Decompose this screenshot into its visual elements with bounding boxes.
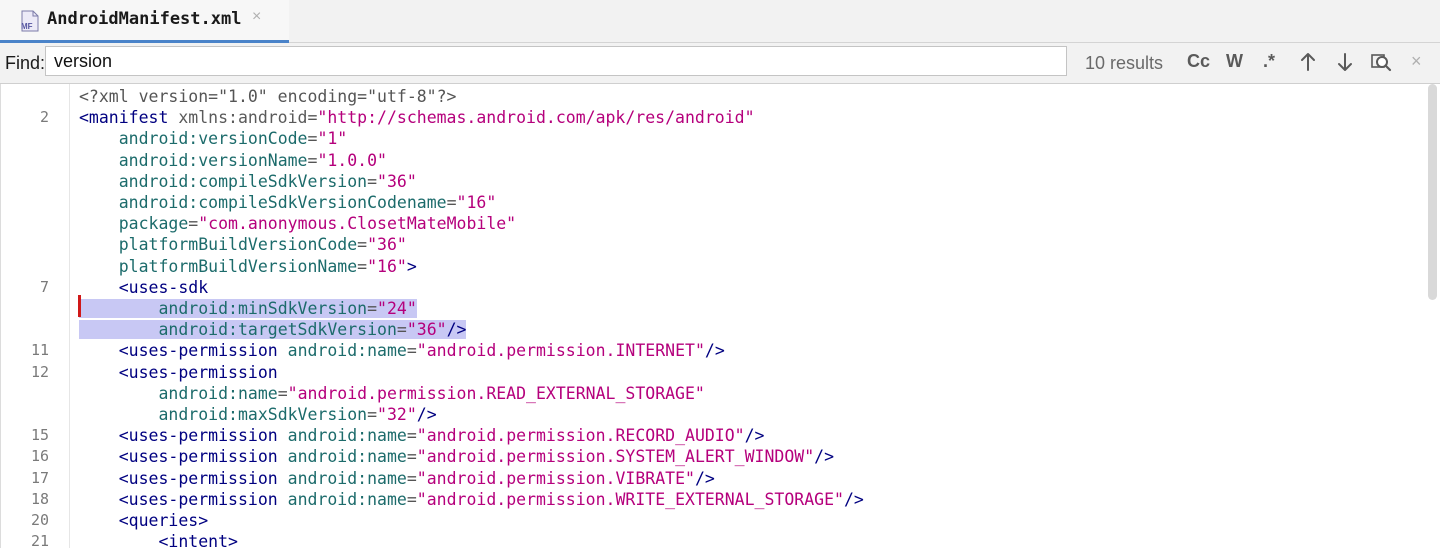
- line-number: 21: [30, 532, 49, 551]
- code-line[interactable]: android:minSdkVersion="24": [1, 298, 1421, 319]
- code-line[interactable]: <?xml version="1.0" encoding="utf-8"?>: [1, 86, 1421, 107]
- code-line[interactable]: 15 <uses-permission android:name="androi…: [1, 425, 1421, 446]
- vertical-scrollbar[interactable]: [1428, 84, 1437, 300]
- code-line[interactable]: android:versionName="1.0.0": [1, 150, 1421, 171]
- regex-button[interactable]: .*: [1263, 51, 1275, 72]
- code-text: <manifest xmlns:android="http://schemas.…: [79, 108, 755, 128]
- code-line[interactable]: 16 <uses-permission android:name="androi…: [1, 446, 1421, 467]
- code-line[interactable]: 12 <uses-permission: [1, 362, 1421, 383]
- code-text: <intent>: [158, 532, 238, 552]
- code-text: <uses-sdk: [118, 277, 209, 297]
- svg-text:MF: MF: [21, 22, 33, 31]
- code-line[interactable]: 7 <uses-sdk: [1, 277, 1421, 298]
- code-text: <uses-permission android:name="android.p…: [118, 489, 864, 509]
- editor-tab-bar: MF AndroidManifest.xml ×: [0, 0, 1440, 43]
- code-text: android:maxSdkVersion="32"/>: [158, 405, 437, 424]
- code-line[interactable]: 21 <intent>: [1, 531, 1421, 552]
- tab-title: AndroidManifest.xml: [47, 9, 242, 29]
- previous-match-icon[interactable]: [1297, 51, 1319, 73]
- line-number: 11: [30, 341, 49, 360]
- code-text: platformBuildVersionName="16">: [118, 256, 417, 276]
- code-line[interactable]: 11 <uses-permission android:name="androi…: [1, 340, 1421, 361]
- code-line[interactable]: android:name="android.permission.READ_EX…: [1, 383, 1421, 404]
- code-line[interactable]: android:maxSdkVersion="32"/>: [1, 404, 1421, 425]
- line-number: 16: [30, 447, 49, 466]
- code-text: android:targetSdkVersion="36"/>: [79, 319, 467, 340]
- line-number: 20: [30, 511, 49, 529]
- code-line[interactable]: platformBuildVersionName="16">: [1, 256, 1421, 277]
- line-number: 18: [30, 489, 49, 508]
- code-editor[interactable]: <?xml version="1.0" encoding="utf-8"?> 2 <…: [0, 84, 1440, 551]
- search-match-marker: [78, 295, 81, 317]
- code-line[interactable]: 2 <manifest xmlns:android="http://schemas…: [1, 107, 1421, 128]
- line-number: 2: [39, 108, 49, 127]
- code-text: android:compileSdkVersion="36": [118, 171, 417, 191]
- code-line[interactable]: android:targetSdkVersion="36"/>: [1, 319, 1421, 340]
- code-text: android:versionName="1.0.0": [118, 150, 387, 170]
- find-label: Find:: [5, 53, 46, 73]
- manifest-file-icon: MF: [21, 10, 39, 32]
- match-case-button[interactable]: Cc: [1187, 51, 1210, 72]
- code-text: android:compileSdkVersionCodename="16": [118, 193, 497, 212]
- code-line[interactable]: android:compileSdkVersion="36": [1, 171, 1421, 192]
- code-line[interactable]: android:versionCode="1": [1, 128, 1421, 149]
- code-text: <uses-permission: [118, 362, 278, 382]
- code-line[interactable]: 18 <uses-permission android:name="androi…: [1, 489, 1421, 510]
- code-line[interactable]: package="com.anonymous.ClosetMateMobile": [1, 213, 1421, 234]
- code-line[interactable]: 20 <queries>: [1, 510, 1421, 531]
- code-text: <queries>: [118, 511, 209, 530]
- code-line[interactable]: 17 <uses-permission android:name="androi…: [1, 468, 1421, 489]
- code-text: <uses-permission android:name="android.p…: [118, 468, 715, 488]
- next-match-icon[interactable]: [1334, 51, 1356, 73]
- line-number: 7: [39, 277, 49, 296]
- tab-android-manifest[interactable]: MF AndroidManifest.xml ×: [0, 0, 289, 43]
- find-input[interactable]: version: [45, 46, 1067, 76]
- line-number: 15: [30, 426, 49, 445]
- code-text: package="com.anonymous.ClosetMateMobile": [118, 214, 517, 234]
- code-text: <?xml version="1.0" encoding="utf-8"?>: [79, 87, 457, 106]
- code-text: android:minSdkVersion="24": [79, 298, 417, 319]
- code-line[interactable]: android:compileSdkVersionCodename="16": [1, 192, 1421, 213]
- code-text: android:versionCode="1": [118, 129, 348, 149]
- whole-words-button[interactable]: W: [1226, 51, 1243, 72]
- code-text: <uses-permission android:name="android.p…: [118, 447, 835, 467]
- code-text: platformBuildVersionCode="36": [118, 235, 407, 255]
- find-in-selection-icon[interactable]: [1370, 51, 1392, 73]
- code-text: <uses-permission android:name="android.p…: [118, 426, 765, 446]
- code-line[interactable]: platformBuildVersionCode="36": [1, 234, 1421, 255]
- line-number: 12: [30, 362, 49, 381]
- code-text: <uses-permission android:name="android.p…: [118, 341, 725, 361]
- results-count: 10 results: [1085, 53, 1164, 73]
- code-text: android:name="android.permission.READ_EX…: [158, 383, 705, 403]
- line-number: 17: [30, 468, 49, 487]
- close-tab-icon[interactable]: ×: [252, 8, 261, 26]
- find-bar: Find: version 10 results Cc W .* ×: [0, 43, 1440, 84]
- close-find-icon[interactable]: ×: [1411, 51, 1422, 72]
